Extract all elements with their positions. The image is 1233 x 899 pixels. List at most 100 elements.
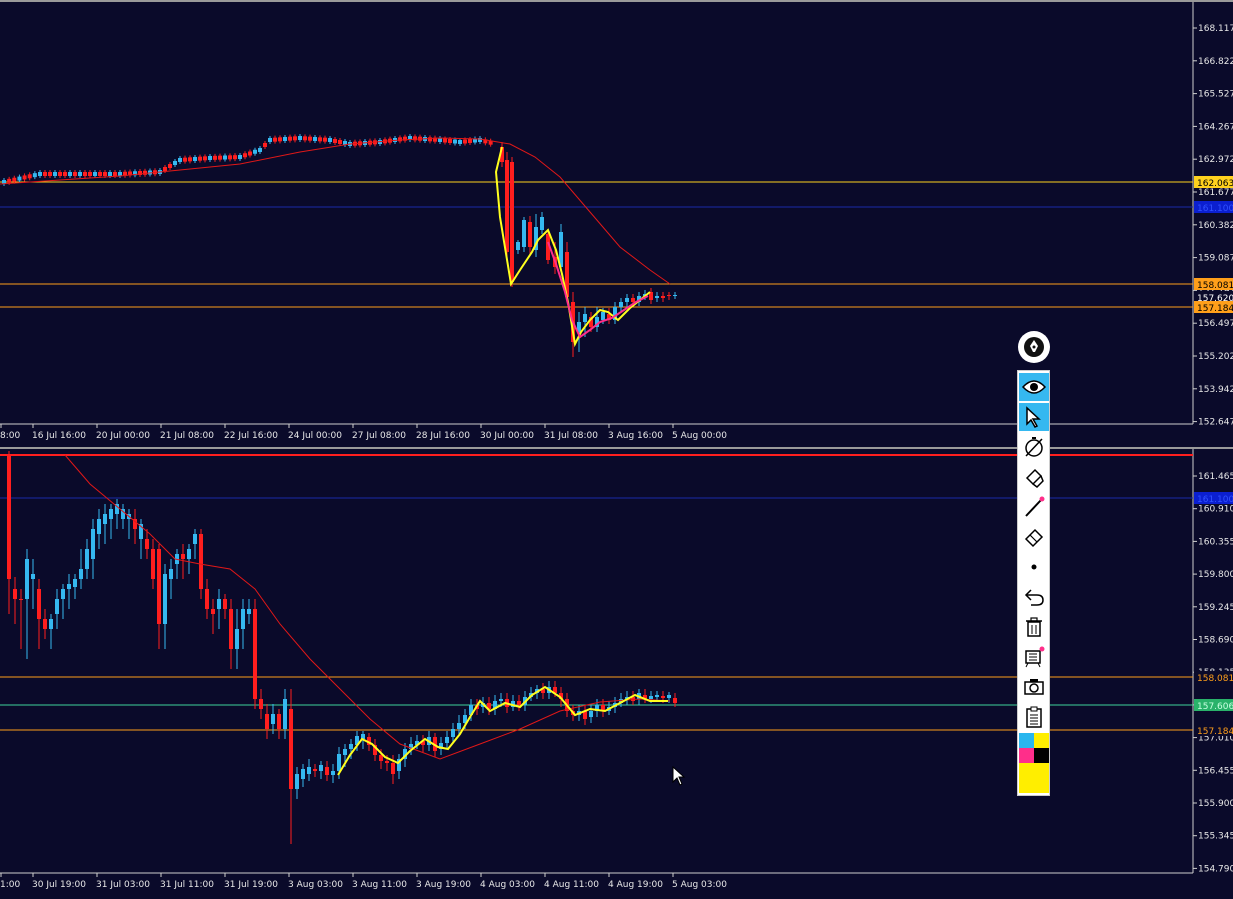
candle-body: [247, 609, 251, 614]
price-tick-label: 154.790: [1198, 864, 1233, 874]
time-tick-label: 1:00: [0, 880, 20, 890]
price-tag-157184: 157.184: [1194, 301, 1233, 314]
candle-body: [307, 767, 311, 774]
price-tag-158081: 158.081: [1194, 278, 1233, 291]
eraser-icon[interactable]: [1019, 523, 1049, 551]
candle-body: [217, 599, 221, 609]
candle-body: [151, 549, 155, 579]
dot-icon[interactable]: [1019, 553, 1049, 581]
time-tick-label: 16 Jul 16:00: [32, 431, 86, 441]
color-palette-icon[interactable]: [1019, 733, 1049, 793]
candle-body: [169, 569, 173, 579]
candle-body: [108, 172, 112, 176]
candle-body: [443, 138, 447, 143]
candle-body: [25, 559, 29, 599]
cursor-arrow-icon[interactable]: [1019, 403, 1049, 431]
time-tick-label: 20 Jul 00:00: [96, 431, 150, 441]
candle-body: [43, 172, 47, 176]
time-axis: 8:00 16 Jul 16:00 20 Jul 00:00 21 Jul 08:00…: [0, 424, 727, 441]
candle-body: [540, 217, 544, 230]
candle-body: [188, 157, 192, 162]
candle-body: [181, 554, 185, 559]
candle-body: [589, 711, 593, 717]
clipboard-icon[interactable]: [1019, 703, 1049, 731]
time-tick-label: 28 Jul 16:00: [416, 431, 470, 441]
candle-body: [91, 529, 95, 559]
price-tick-label: 152.647: [1198, 418, 1233, 428]
color-swatch-black[interactable]: [1034, 748, 1049, 763]
candle-body: [98, 172, 102, 176]
candle-body: [458, 140, 462, 144]
candle-body: [308, 136, 312, 141]
price-tick-label: 158.690: [1198, 636, 1233, 646]
candle-body: [528, 222, 532, 247]
time-tick-label: 31 Jul 03:00: [96, 880, 150, 890]
candle-body: [93, 172, 97, 176]
trash-icon[interactable]: [1019, 613, 1049, 641]
candle-body: [38, 172, 42, 176]
candle-body: [49, 619, 53, 629]
candle-body: [211, 609, 215, 614]
candles: [7, 451, 677, 844]
candle-body: [673, 698, 677, 703]
candle-body: [438, 138, 442, 142]
candle-body: [583, 314, 587, 322]
camera-icon[interactable]: [1019, 673, 1049, 701]
price-tick-label: 168.117: [1198, 24, 1233, 34]
candle-body: [278, 137, 282, 142]
candle-body: [349, 744, 353, 749]
price-tick-label: 166.822: [1198, 57, 1233, 67]
time-tick-label: 27 Jul 08:00: [352, 431, 406, 441]
candle-body: [17, 176, 22, 181]
color-swatch-magenta[interactable]: [1019, 748, 1034, 763]
candle-body: [517, 701, 521, 705]
current-color-swatch[interactable]: [1019, 763, 1049, 793]
candle-body: [313, 137, 317, 141]
candle-body: [68, 172, 72, 176]
candle-body: [301, 769, 305, 779]
candle-body: [673, 295, 677, 296]
candle-body: [73, 172, 77, 176]
candle-body: [273, 137, 277, 142]
candle-body: [331, 771, 335, 775]
candle-body: [649, 696, 653, 699]
line-tool-icon[interactable]: [1019, 493, 1049, 521]
price-tick-label: 156.497: [1198, 319, 1233, 329]
candle-body: [243, 153, 247, 158]
candle-body: [43, 619, 47, 629]
svg-text:158.081: 158.081: [1197, 281, 1233, 291]
candle-body: [337, 754, 341, 771]
svg-text:162.063: 162.063: [1197, 179, 1233, 189]
candle-body: [83, 172, 87, 176]
price-tick-label: 161.677: [1198, 188, 1233, 198]
candle-body: [253, 609, 257, 699]
candle-body: [457, 723, 461, 729]
marker-icon[interactable]: [1019, 463, 1049, 491]
candle-body: [223, 155, 227, 160]
candle-body: [31, 574, 35, 579]
candle-body: [522, 220, 526, 247]
eye-icon[interactable]: [1019, 373, 1049, 401]
price-tick-label: 161.465: [1198, 472, 1233, 482]
candle-body: [318, 137, 322, 142]
candle-body: [271, 714, 275, 724]
clear-all-icon[interactable]: [1019, 643, 1049, 671]
pen-tool-icon[interactable]: [1018, 331, 1050, 363]
price-tick-label: 153.942: [1198, 385, 1233, 395]
price-tick-label: 155.202: [1198, 352, 1233, 362]
candle-body: [505, 160, 509, 252]
color-swatch-cyan[interactable]: [1019, 733, 1034, 748]
candle-body: [655, 695, 659, 697]
hide-drawings-icon[interactable]: [1019, 433, 1049, 461]
time-tick-label: 3 Aug 16:00: [608, 431, 663, 441]
candle-body: [103, 514, 107, 524]
undo-icon[interactable]: [1019, 583, 1049, 611]
candle-body: [37, 589, 41, 619]
candle-body: [22, 175, 27, 180]
time-tick-label: 3 Aug 11:00: [352, 880, 407, 890]
candle-body: [625, 298, 629, 302]
svg-text:157.184: 157.184: [1197, 304, 1233, 314]
color-swatch-yellow[interactable]: [1034, 733, 1049, 748]
candle-body: [253, 149, 257, 154]
price-tick-label: 160.910: [1198, 505, 1233, 515]
